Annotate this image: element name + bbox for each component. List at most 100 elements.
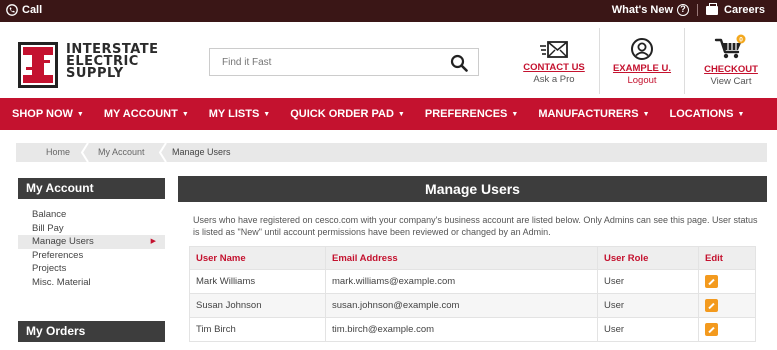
caret-down-icon: ▼	[642, 111, 650, 118]
divider	[697, 4, 699, 16]
caret-down-icon: ▼	[181, 111, 189, 118]
company-name-line3: SUPPLY	[66, 66, 124, 81]
edit-cell	[698, 293, 756, 318]
caret-down-icon: ▼	[737, 111, 745, 118]
nav-my-lists-label: MY LISTS	[208, 108, 260, 120]
column-header-edit: Edit	[698, 246, 756, 270]
user-icon	[631, 38, 653, 60]
sidebar-item-label: Misc. Material	[32, 276, 91, 288]
sidebar-item-manage-users[interactable]: Manage Users ▶	[18, 235, 165, 249]
breadcrumb: Home My Account Manage Users	[16, 143, 767, 162]
utility-bar: Call What's New ? Careers	[0, 0, 777, 22]
email-cell: tim.birch@example.com	[325, 317, 598, 342]
page-description: Users who have registered on cesco.com w…	[193, 215, 758, 237]
careers-label: Careers	[724, 4, 765, 16]
user-role-cell: User	[597, 269, 699, 294]
sidebar-item-preferences[interactable]: Preferences	[18, 249, 165, 263]
edit-icon[interactable]	[705, 275, 718, 288]
nav-locations-label: LOCATIONS	[669, 108, 734, 120]
cart-count-badge: 0	[739, 37, 743, 44]
ask-a-pro-label: Ask a Pro	[533, 74, 575, 85]
whats-new-label: What's New	[611, 4, 674, 16]
breadcrumb-current: Manage Users	[172, 147, 231, 157]
nav-shop-now[interactable]: SHOP NOW ▼	[0, 108, 84, 120]
user-role-cell: User	[597, 293, 699, 318]
nav-my-lists[interactable]: MY LISTS ▼	[189, 108, 270, 120]
table-row: Susan Johnson susan.johnson@example.com …	[189, 293, 756, 318]
user-name-cell: Susan Johnson	[189, 293, 326, 318]
logout-link[interactable]: Logout	[604, 75, 680, 86]
sidebar-item-projects[interactable]: Projects	[18, 262, 165, 276]
contact-us-link[interactable]: CONTACT US Ask a Pro	[522, 34, 586, 96]
sidebar-item-label: Bill Pay	[32, 222, 64, 234]
search-input[interactable]	[210, 49, 446, 75]
nav-manufacturers[interactable]: MANUFACTURERS ▼	[518, 108, 649, 120]
call-link[interactable]: Call	[6, 4, 42, 16]
page-title: Manage Users	[178, 176, 767, 202]
search-icon[interactable]	[450, 54, 468, 72]
column-header-user-name[interactable]: User Name	[189, 246, 326, 270]
nav-quick-order-pad-label: QUICK ORDER PAD	[290, 108, 394, 120]
phone-icon	[6, 4, 18, 16]
caret-down-icon: ▼	[397, 111, 405, 118]
email-cell: mark.williams@example.com	[325, 269, 598, 294]
caret-down-icon: ▼	[511, 111, 519, 118]
nav-quick-order-pad[interactable]: QUICK ORDER PAD ▼	[270, 108, 405, 120]
divider	[684, 28, 685, 94]
checkout-link[interactable]: 0 CHECKOUT View Cart	[694, 34, 768, 96]
view-cart-label: View Cart	[710, 76, 752, 87]
breadcrumb-home[interactable]: Home	[46, 143, 70, 162]
cart-icon: 0	[714, 34, 746, 59]
nav-preferences[interactable]: PREFERENCES ▼	[405, 108, 518, 120]
sidebar-item-label: Preferences	[32, 249, 84, 261]
briefcase-icon	[706, 2, 719, 15]
nav-my-account[interactable]: MY ACCOUNT ▼	[84, 108, 189, 120]
envelope-icon	[540, 41, 568, 58]
email-cell: susan.johnson@example.com	[325, 293, 598, 318]
whats-new-link[interactable]: What's New ?	[611, 4, 690, 16]
user-name-cell: Mark Williams	[189, 269, 326, 294]
column-header-user-role[interactable]: User Role	[597, 246, 699, 270]
table-row: Mark Williams mark.williams@example.com …	[189, 269, 756, 294]
nav-shop-now-label: SHOP NOW	[12, 108, 73, 120]
user-name-cell: Tim Birch	[189, 317, 326, 342]
main-navigation: SHOP NOW ▼ MY ACCOUNT ▼ MY LISTS ▼ QUICK OR…	[0, 98, 777, 130]
edit-icon[interactable]	[705, 323, 718, 336]
question-icon: ?	[677, 4, 690, 16]
edit-cell	[698, 269, 756, 294]
sidebar-item-balance[interactable]: Balance	[18, 208, 165, 222]
account-menu: Balance Bill Pay Manage Users ▶ Preferenc…	[18, 208, 165, 289]
nav-locations[interactable]: LOCATIONS ▼	[650, 108, 745, 120]
call-label: Call	[22, 4, 43, 16]
sidebar-item-misc-material[interactable]: Misc. Material	[18, 276, 165, 290]
table-header-row: User Name Email Address User Role Edit	[189, 246, 756, 270]
user-name-label: EXAMPLE U.	[612, 63, 672, 74]
edit-icon[interactable]	[705, 299, 718, 312]
edit-cell	[698, 317, 756, 342]
users-table: User Name Email Address User Role Edit M…	[189, 246, 756, 342]
nav-preferences-label: PREFERENCES	[424, 108, 508, 120]
company-name: INTERSTATE ELECTRIC SUPPLY	[66, 43, 159, 81]
sidebar-item-label: Projects	[32, 263, 67, 274]
sidebar-item-bill-pay[interactable]: Bill Pay	[18, 222, 165, 236]
caret-right-icon: ▶	[150, 238, 156, 245]
breadcrumb-separator-icon	[158, 143, 167, 162]
breadcrumb-my-account[interactable]: My Account	[98, 143, 145, 162]
nav-my-account-label: MY ACCOUNT	[103, 108, 178, 120]
my-orders-heading[interactable]: My Orders	[18, 321, 165, 342]
sidebar-item-label: Manage Users	[32, 236, 94, 247]
caret-down-icon: ▼	[263, 111, 271, 118]
sidebar-item-label: Balance	[32, 209, 67, 220]
search-box	[209, 48, 479, 76]
table-row: Tim Birch tim.birch@example.com User	[189, 317, 756, 342]
my-account-heading: My Account	[18, 178, 165, 199]
careers-link[interactable]: Careers	[706, 2, 765, 16]
user-role-cell: User	[597, 317, 699, 342]
breadcrumb-separator-icon	[80, 143, 89, 162]
company-logo[interactable]	[18, 42, 58, 88]
caret-down-icon: ▼	[76, 111, 84, 118]
column-header-email[interactable]: Email Address	[325, 246, 598, 270]
divider	[599, 28, 600, 94]
user-account-link[interactable]: EXAMPLE U. Logout	[604, 34, 680, 96]
contact-us-label: CONTACT US	[523, 62, 585, 73]
